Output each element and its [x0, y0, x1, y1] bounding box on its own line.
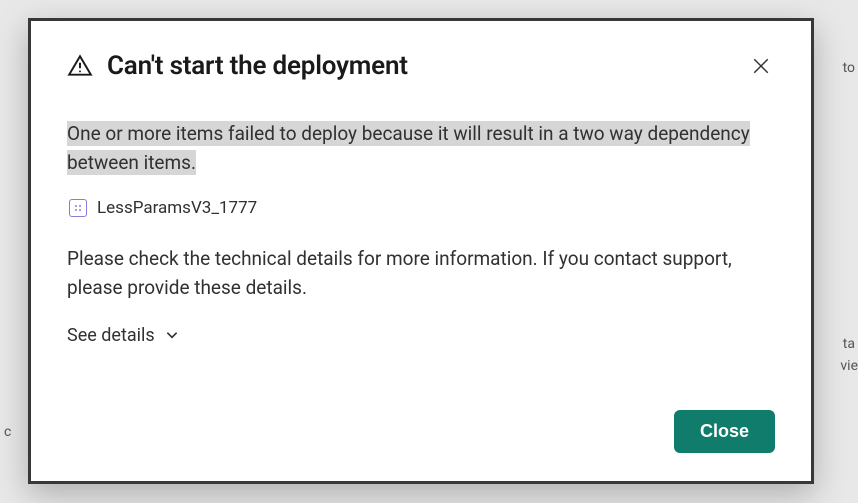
close-button[interactable]: Close	[674, 410, 775, 453]
bg-text: vie	[840, 358, 858, 374]
failed-item-row: LessParamsV3_1777	[67, 198, 775, 218]
close-icon[interactable]	[747, 52, 775, 80]
dialog-title: Can't start the deployment	[107, 51, 408, 81]
chevron-down-icon	[165, 328, 179, 342]
see-details-toggle[interactable]: See details	[67, 325, 775, 346]
warning-icon	[67, 53, 93, 79]
instruction-text: Please check the technical details for m…	[67, 244, 775, 303]
bg-text: c	[4, 424, 11, 440]
bg-text: ta	[843, 336, 855, 352]
dialog-header: Can't start the deployment	[67, 51, 775, 81]
error-summary: One or more items failed to deploy becau…	[67, 119, 775, 178]
dialog-footer: Close	[67, 410, 775, 453]
dataset-icon	[69, 199, 87, 217]
bg-text: to	[843, 60, 855, 76]
see-details-label: See details	[67, 325, 155, 346]
deployment-error-dialog: Can't start the deployment One or more i…	[28, 18, 814, 484]
failed-item-name: LessParamsV3_1777	[97, 198, 257, 218]
dialog-title-group: Can't start the deployment	[67, 51, 408, 81]
